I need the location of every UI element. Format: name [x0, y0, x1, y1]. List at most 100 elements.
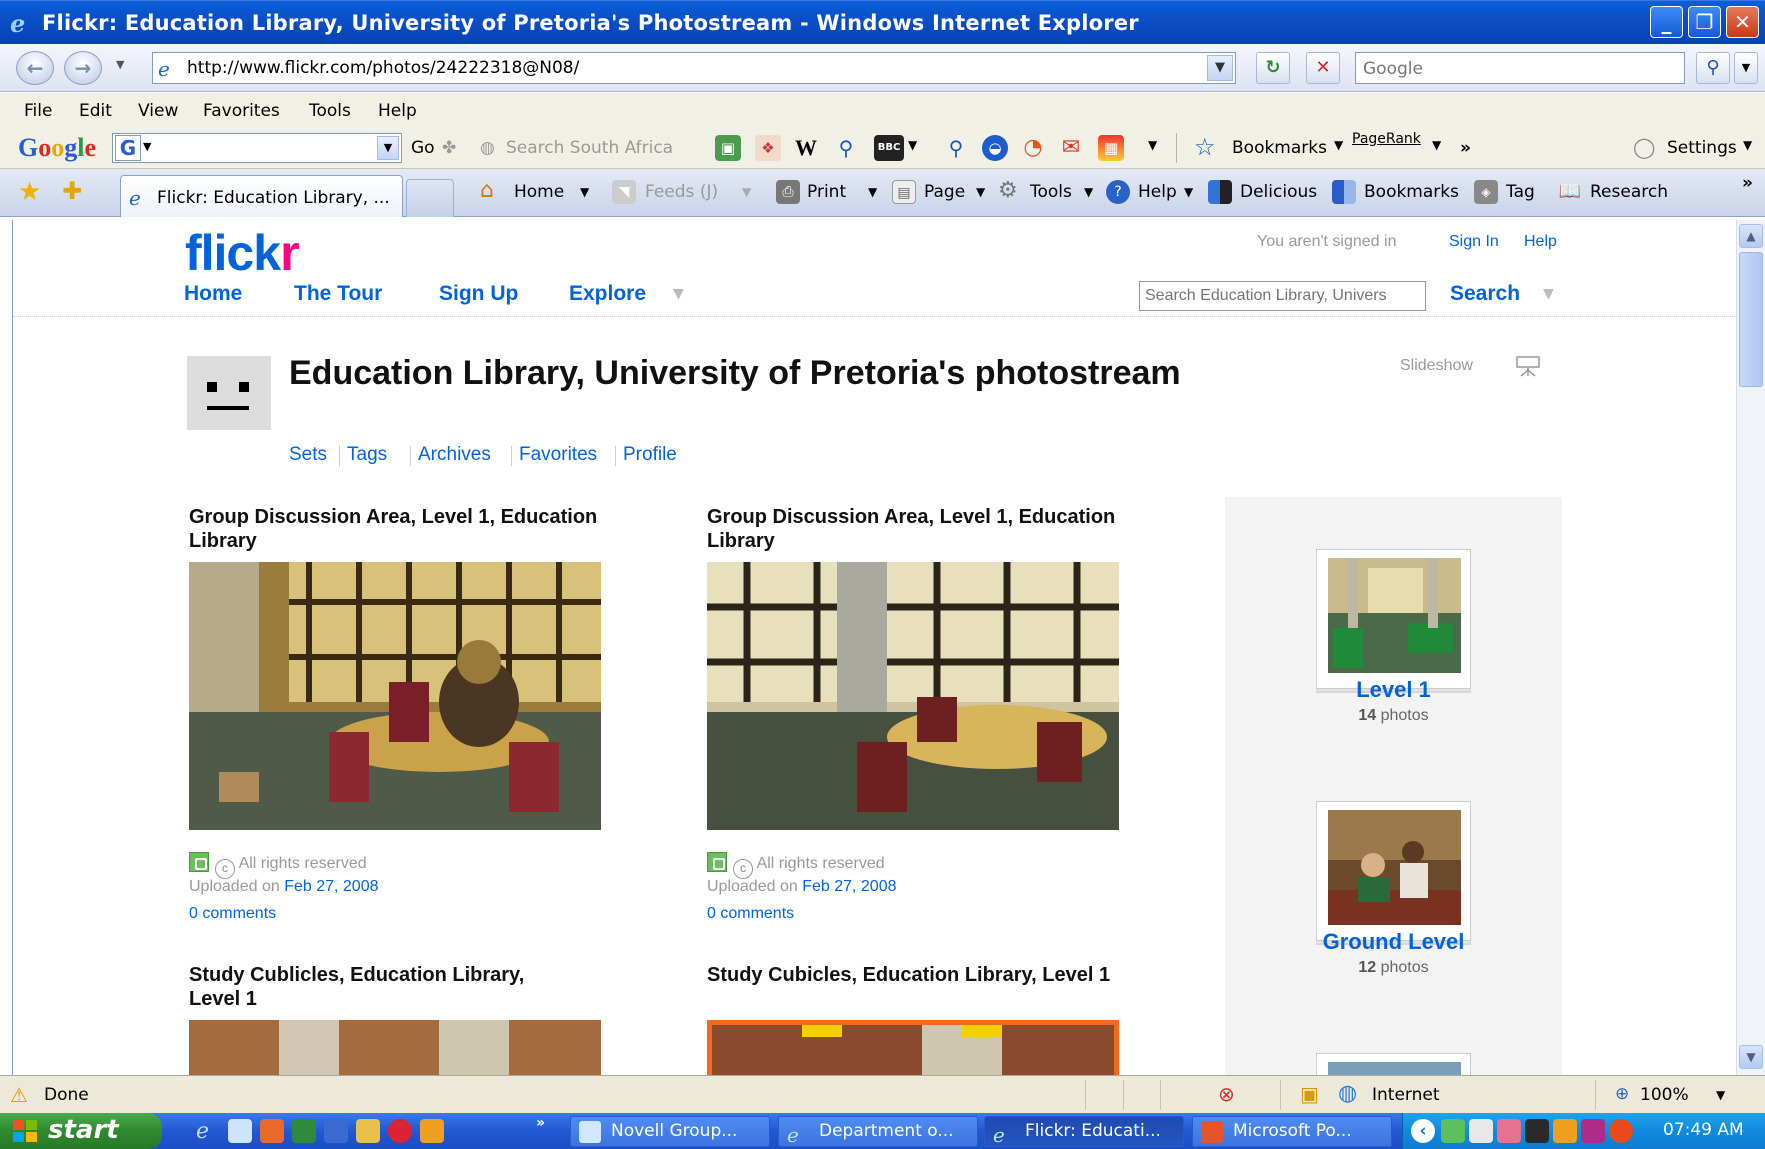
photo-thumbnail[interactable]: [189, 562, 601, 830]
subnav-favorites[interactable]: Favorites: [519, 444, 597, 466]
bookmark-star-icon[interactable]: ☆: [1194, 133, 1216, 161]
restore-button[interactable]: ❐: [1688, 6, 1721, 38]
quicklaunch-clock-icon[interactable]: [420, 1119, 444, 1143]
page-dropdown-icon[interactable]: ▼: [976, 185, 985, 199]
recent-pages-dropdown-icon[interactable]: ▼: [116, 58, 124, 71]
new-tab-button[interactable]: [406, 179, 454, 217]
forward-button[interactable]: →: [64, 51, 102, 85]
minimize-button[interactable]: _: [1650, 6, 1683, 38]
flickr-search-input[interactable]: [1139, 281, 1426, 311]
slideshow-icon[interactable]: [1515, 354, 1541, 378]
settings-dropdown-icon[interactable]: ▼: [1743, 138, 1752, 152]
search-box[interactable]: Google: [1355, 52, 1685, 84]
quicklaunch-outlook-icon[interactable]: [260, 1119, 284, 1143]
upload-date-link[interactable]: Feb 27, 2008: [802, 878, 896, 895]
google-search-dropdown[interactable]: ▼: [377, 136, 399, 160]
page-menu-icon[interactable]: ▤: [892, 180, 916, 204]
help-icon[interactable]: ?: [1106, 180, 1130, 204]
tray-antivirus-icon[interactable]: [1581, 1119, 1605, 1143]
more-commands-icon[interactable]: »: [1742, 173, 1753, 193]
lookup-icon[interactable]: ⚲: [943, 135, 969, 161]
zoom-dropdown-icon[interactable]: ▼: [1716, 1088, 1725, 1102]
flickr-search-button[interactable]: Search: [1450, 282, 1520, 306]
home-dropdown-icon[interactable]: ▼: [580, 185, 589, 199]
home-button[interactable]: Home: [514, 182, 564, 202]
task-novell[interactable]: Novell Group...: [570, 1116, 770, 1147]
nav-sign-up[interactable]: Sign Up: [439, 282, 518, 306]
window-title-bar[interactable]: e Flickr: Education Library, University …: [0, 0, 1765, 44]
warning-icon[interactable]: ⚠: [10, 1083, 28, 1107]
start-button[interactable]: start: [0, 1113, 162, 1149]
settings-menu[interactable]: Settings: [1667, 138, 1737, 158]
protected-mode-icon[interactable]: ▣: [1300, 1082, 1319, 1106]
menu-tools[interactable]: Tools: [309, 101, 351, 121]
tray-security-icon[interactable]: [1609, 1119, 1633, 1143]
nav-explore[interactable]: Explore: [569, 282, 646, 306]
scroll-up-button[interactable]: ▲: [1739, 224, 1763, 248]
google-search-site[interactable]: Search South Africa: [506, 138, 673, 158]
add-favorites-icon[interactable]: ✚: [62, 177, 82, 205]
flickr-search-field[interactable]: [1140, 282, 1425, 310]
wikipedia-icon[interactable]: W: [793, 135, 819, 161]
set-thumbnail[interactable]: [1316, 549, 1471, 689]
signin-link[interactable]: Sign In: [1449, 233, 1499, 251]
tray-app-icon[interactable]: [1441, 1119, 1465, 1143]
dictionary-search-icon[interactable]: ⚲: [833, 135, 859, 161]
tray-display-icon[interactable]: [1525, 1119, 1549, 1143]
menu-help[interactable]: Help: [378, 101, 417, 121]
tag-icon[interactable]: ◈: [1474, 180, 1498, 204]
scroll-down-button[interactable]: ▼: [1739, 1045, 1763, 1069]
zoom-level[interactable]: 100%: [1640, 1085, 1689, 1105]
photo-thumbnail[interactable]: [707, 1020, 1119, 1075]
page-menu[interactable]: Page: [924, 182, 965, 202]
search-options-dropdown[interactable]: ▼: [1734, 52, 1758, 84]
menu-view[interactable]: View: [138, 101, 178, 121]
news-icon[interactable]: ❖: [755, 135, 781, 161]
search-icon[interactable]: ⚲: [1696, 52, 1730, 84]
clock[interactable]: 07:49 AM: [1663, 1120, 1744, 1140]
slideshow-link[interactable]: Slideshow: [1400, 357, 1473, 375]
set-thumbnail[interactable]: [1316, 1053, 1471, 1075]
bookmarks-button[interactable]: Bookmarks: [1364, 182, 1459, 202]
quicklaunch-explorer-icon[interactable]: [228, 1119, 252, 1143]
privacy-icon[interactable]: ⊗: [1218, 1082, 1235, 1106]
google-menu-arrow-icon[interactable]: ▼: [143, 140, 151, 153]
google-g-icon[interactable]: G: [115, 135, 141, 161]
comments-link[interactable]: 0 comments: [189, 905, 276, 923]
menu-file[interactable]: File: [24, 101, 52, 121]
flickr-logo[interactable]: flickr: [185, 224, 300, 282]
scrollbar-thumb[interactable]: [1739, 252, 1763, 387]
quicklaunch-media-icon[interactable]: [388, 1119, 412, 1143]
subnav-sets[interactable]: Sets: [289, 444, 327, 466]
close-window-button[interactable]: ✕: [1726, 6, 1759, 38]
tools-gear-icon[interactable]: ⚙: [998, 178, 1018, 203]
google-search-input[interactable]: G ▼ ▼: [112, 133, 402, 163]
picasa-icon[interactable]: ◔: [1020, 135, 1046, 161]
chevron-more-icon[interactable]: »: [1460, 138, 1471, 158]
set-title[interactable]: Level 1: [1225, 677, 1562, 703]
tab-flickr[interactable]: e Flickr: Education Library, ...: [120, 175, 403, 217]
bbc-icon[interactable]: BBC: [874, 135, 904, 161]
home-icon[interactable]: ⌂: [480, 178, 494, 203]
favorites-star-icon[interactable]: ★: [18, 177, 41, 207]
settings-icon[interactable]: ◯: [1633, 135, 1655, 159]
photo-license-icon[interactable]: [189, 852, 209, 872]
subnav-tags[interactable]: Tags: [347, 444, 387, 466]
print-dropdown-icon[interactable]: ▼: [868, 185, 877, 199]
image-search-icon[interactable]: ▣: [715, 135, 741, 161]
feeds-button[interactable]: Feeds (J): [645, 182, 718, 202]
tray-network-icon[interactable]: [1469, 1119, 1493, 1143]
task-flickr[interactable]: e Flickr: Educati...: [984, 1116, 1184, 1147]
search-dropdown-icon[interactable]: ▼: [1543, 286, 1554, 302]
quicklaunch-ie-icon[interactable]: e: [196, 1119, 220, 1144]
photo-title[interactable]: Study Cubicles, Education Library, Level…: [707, 963, 1127, 987]
photo-title[interactable]: Group Discussion Area, Level 1, Educatio…: [707, 505, 1127, 553]
nav-the-tour[interactable]: The Tour: [294, 282, 382, 306]
feeds-icon[interactable]: ◥: [612, 180, 636, 204]
help-menu[interactable]: Help: [1138, 182, 1177, 202]
google-earth-icon[interactable]: ◒: [982, 135, 1008, 161]
explore-dropdown-icon[interactable]: ▼: [673, 286, 684, 302]
print-icon[interactable]: ⎙: [776, 180, 800, 204]
photo-title[interactable]: Group Discussion Area, Level 1, Educatio…: [189, 505, 609, 553]
address-bar[interactable]: e http://www.flickr.com/photos/24222318@…: [152, 52, 1236, 84]
